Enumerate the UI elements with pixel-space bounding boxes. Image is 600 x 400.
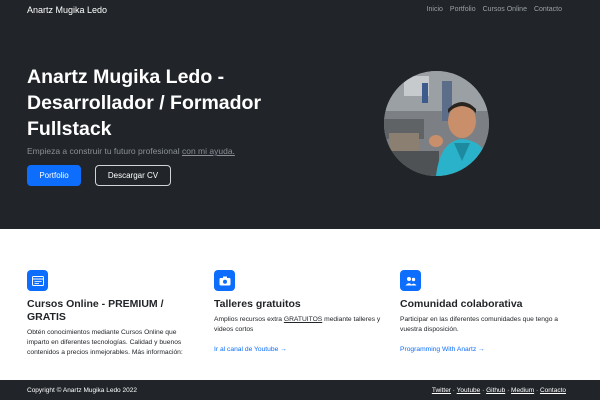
feature-talleres: Talleres gratuitos Amplios recursos extr… xyxy=(214,270,384,353)
hero-lead-text: Empieza a construir tu futuro profesiona… xyxy=(27,146,180,156)
feature-text-before: Amplios recursos extra xyxy=(214,316,283,323)
footer-link-twitter[interactable]: Twitter xyxy=(432,387,451,394)
brand-link[interactable]: Anartz Mugika Ledo xyxy=(27,5,107,15)
hero-title: Anartz Mugika Ledo - Desarrollador / For… xyxy=(27,66,262,140)
footer-link-contacto[interactable]: Contacto xyxy=(540,387,566,394)
people-icon xyxy=(400,270,421,291)
footer-link-youtube[interactable]: Youtube xyxy=(457,387,481,394)
feature-text: Obtén conocimientos mediante Cursos Onli… xyxy=(27,329,183,356)
avatar xyxy=(384,71,489,176)
nav-link-portfolio[interactable]: Portfolio xyxy=(450,6,476,13)
hero-section: Anartz Mugika Ledo - Desarrollador / For… xyxy=(0,22,600,229)
portfolio-button[interactable]: Portfolio xyxy=(27,165,81,186)
footer-separator: · xyxy=(452,387,455,394)
feature-comunidad: Comunidad colaborativa Participar en las… xyxy=(400,270,580,353)
footer-links: Twitter · Youtube · Github · Medium · Co… xyxy=(432,387,566,394)
feature-title: Talleres gratuitos xyxy=(214,298,301,310)
nav-link-inicio[interactable]: Inicio xyxy=(427,6,443,13)
footer: Copyright © Anartz Mugika Ledo 2022 Twit… xyxy=(0,380,600,400)
feature-text-emphasis: GRATUITOS xyxy=(283,316,323,323)
nav-links: Inicio Portfolio Cursos Online Contacto xyxy=(427,6,562,13)
feature-text: Participar en las diferentes comunidades… xyxy=(400,316,558,333)
footer-separator: · xyxy=(507,387,510,394)
footer-separator: · xyxy=(535,387,539,394)
feature-text: Amplios recursos extra GRATUITOS mediant… xyxy=(214,315,384,335)
feature-title: Comunidad colaborativa xyxy=(400,298,523,310)
community-link[interactable]: Programming With Anartz → xyxy=(400,346,580,353)
footer-separator: · xyxy=(482,387,485,394)
hero-lead: Empieza a construir tu futuro profesiona… xyxy=(27,146,235,156)
hero-lead-link[interactable]: con mi ayuda. xyxy=(182,146,235,156)
feature-cursos-online: Cursos Online - PREMIUM / GRATIS Obtén c… xyxy=(27,270,197,358)
download-cv-button[interactable]: Descargar CV xyxy=(95,165,171,186)
footer-link-medium[interactable]: Medium xyxy=(511,387,534,394)
feature-title: Cursos Online - PREMIUM / GRATIS xyxy=(27,298,164,323)
navbar: Anartz Mugika Ledo Inicio Portfolio Curs… xyxy=(0,0,600,22)
footer-link-github[interactable]: Github xyxy=(486,387,505,394)
camera-icon xyxy=(214,270,235,291)
nav-link-cursos-online[interactable]: Cursos Online xyxy=(483,6,527,13)
browser-window-icon xyxy=(27,270,48,291)
profile-photo xyxy=(384,71,489,176)
youtube-channel-link[interactable]: Ir al canal de Youtube → xyxy=(214,346,384,353)
nav-link-contacto[interactable]: Contacto xyxy=(534,6,562,13)
copyright-text: Copyright © Anartz Mugika Ledo 2022 xyxy=(27,387,137,394)
